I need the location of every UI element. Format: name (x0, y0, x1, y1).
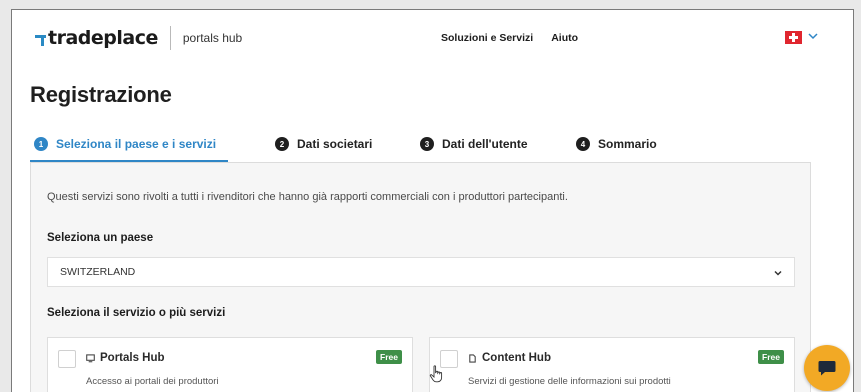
services-label: Seleziona il servizio o più servizi (47, 307, 226, 319)
logo-mark-icon (35, 34, 46, 46)
registration-steps: 1 Seleziona il paese e i servizi 2 Dati … (30, 126, 810, 163)
intro-text: Questi servizi sono rivolti a tutti i ri… (47, 191, 568, 203)
country-select[interactable]: SWITZERLAND (47, 257, 795, 287)
country-select-value: SWITZERLAND (60, 266, 136, 278)
hand-pointer-icon (429, 365, 443, 383)
tradeplace-logo[interactable]: tradeplace portals hub (35, 26, 242, 50)
free-badge: Free (376, 350, 402, 364)
step-number: 1 (34, 137, 48, 151)
site-header: tradeplace portals hub Soluzioni e Servi… (12, 10, 853, 66)
logo-text: tradeplace (48, 27, 158, 49)
swiss-flag-icon[interactable] (785, 31, 802, 44)
step-number: 2 (275, 137, 289, 151)
service-description: Accesso ai portali dei produttori (86, 376, 219, 387)
step-number: 3 (420, 137, 434, 151)
nav-aiuto[interactable]: Aiuto (551, 32, 578, 44)
form-panel: Questi servizi sono rivolti a tutti i ri… (30, 162, 811, 392)
step-label: Dati societari (297, 137, 373, 151)
service-title: Portals Hub (86, 352, 165, 364)
step-user-data[interactable]: 3 Dati dell'utente (420, 126, 528, 162)
step-number: 4 (576, 137, 590, 151)
country-label: Seleziona un paese (47, 232, 154, 244)
service-card-portals-hub[interactable]: Portals Hub Accesso ai portali dei produ… (47, 337, 413, 392)
browser-page: tradeplace portals hub Soluzioni e Servi… (11, 9, 854, 392)
document-icon (469, 353, 476, 363)
step-label: Seleziona il paese e i servizi (56, 137, 217, 151)
logo-divider (169, 26, 171, 50)
chevron-down-icon (774, 270, 782, 276)
top-navigation: Soluzioni e Servizi Aiuto (441, 32, 578, 44)
chat-bubble-icon (818, 361, 836, 376)
free-badge: Free (758, 350, 784, 364)
monitor-icon (86, 353, 95, 362)
service-card-content-hub[interactable]: Content Hub Servizi di gestione delle in… (429, 337, 795, 392)
service-description: Servizi di gestione delle informazioni s… (468, 376, 671, 387)
step-select-country[interactable]: 1 Seleziona il paese e i servizi (34, 126, 216, 162)
chevron-down-icon[interactable] (807, 30, 819, 42)
nav-soluzioni-servizi[interactable]: Soluzioni e Servizi (441, 32, 533, 44)
step-label: Sommario (598, 137, 657, 151)
step-label: Dati dell'utente (442, 137, 528, 151)
service-name: Content Hub (482, 352, 551, 364)
chat-button[interactable] (804, 345, 850, 391)
service-title: Content Hub (468, 352, 551, 364)
portals-hub-checkbox[interactable] (58, 350, 76, 368)
service-name: Portals Hub (100, 352, 165, 364)
step-summary[interactable]: 4 Sommario (576, 126, 657, 162)
step-company-data[interactable]: 2 Dati societari (275, 126, 372, 162)
logo-subtitle: portals hub (182, 31, 243, 45)
page-title: Registrazione (30, 82, 172, 107)
